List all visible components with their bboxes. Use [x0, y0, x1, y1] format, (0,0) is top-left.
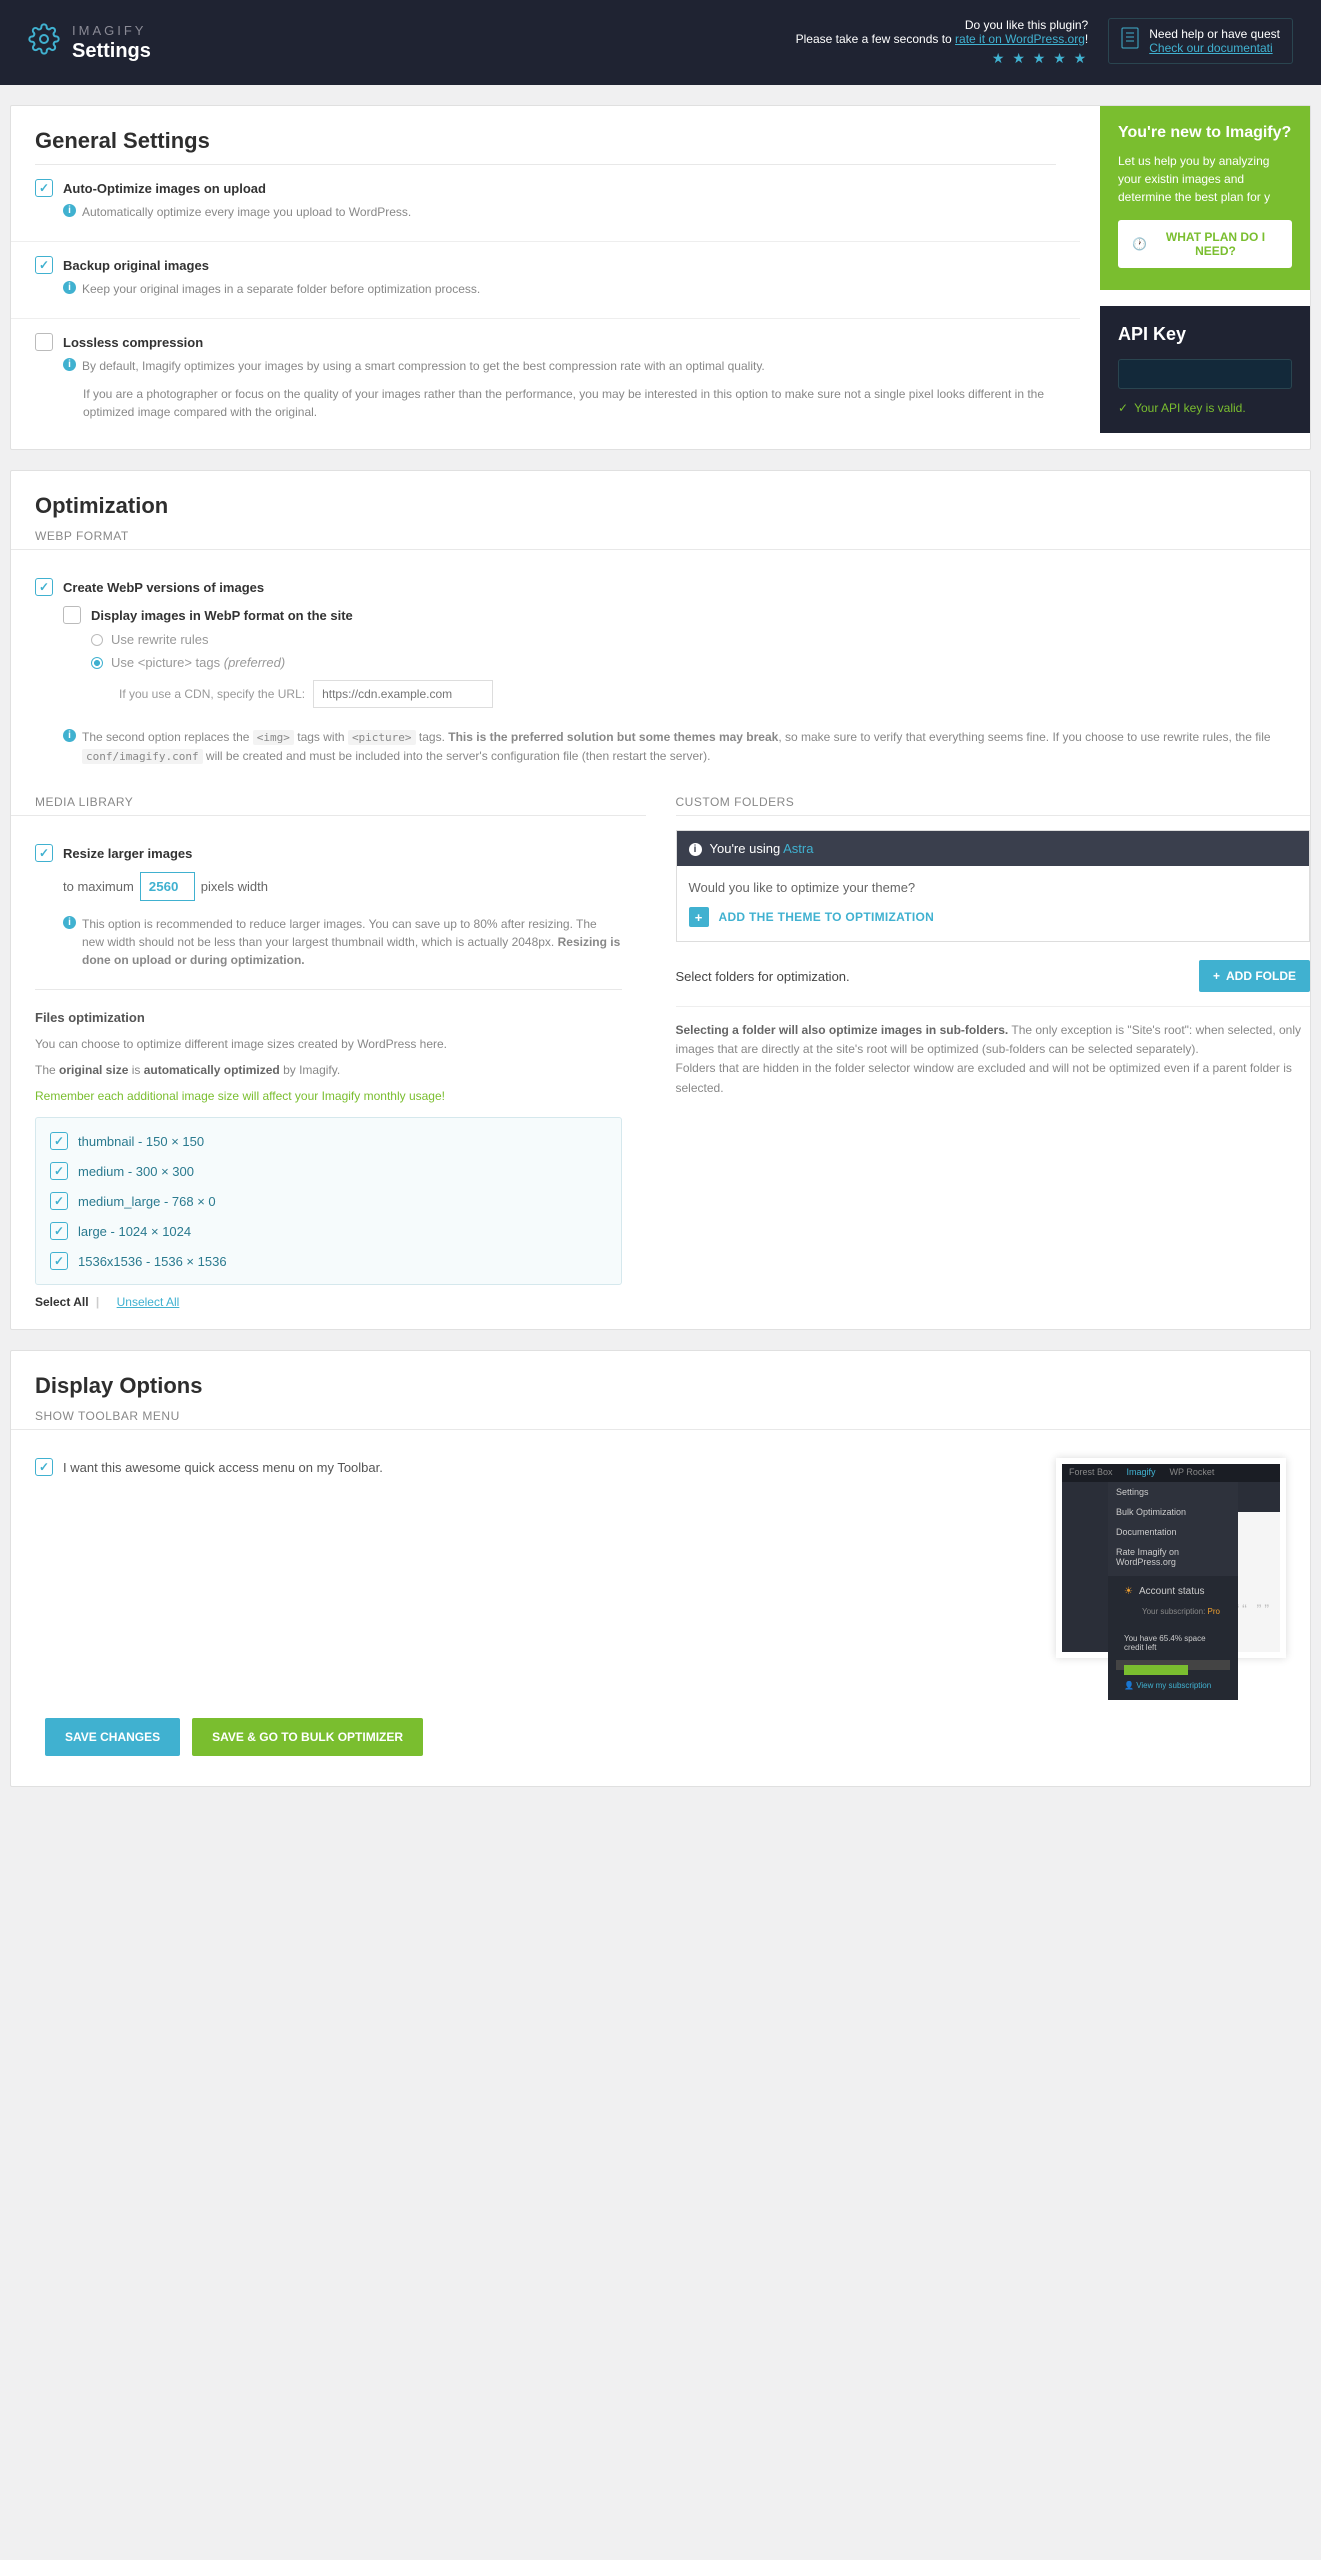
- save-go-button[interactable]: SAVE & GO TO BULK OPTIMIZER: [192, 1718, 423, 1756]
- theme-link[interactable]: Astra: [783, 841, 813, 856]
- picture-radio[interactable]: [91, 657, 103, 669]
- media-section-label: MEDIA LIBRARY: [11, 795, 646, 816]
- stars-icon[interactable]: ★ ★ ★ ★ ★: [796, 50, 1089, 67]
- api-key-card: API Key ✓Your API key is valid.: [1100, 306, 1310, 433]
- optimization-title: Optimization: [11, 471, 1310, 529]
- save-button[interactable]: SAVE CHANGES: [45, 1718, 180, 1756]
- toolbar-label: I want this awesome quick access menu on…: [63, 1460, 383, 1475]
- gear-icon: [28, 23, 60, 55]
- api-key-input[interactable]: [1118, 359, 1292, 389]
- sizes-box: thumbnail - 150 × 150 medium - 300 × 300…: [35, 1117, 622, 1285]
- display-title: Display Options: [11, 1351, 1310, 1409]
- lossless-label: Lossless compression: [63, 335, 203, 350]
- info-icon: i: [63, 204, 76, 217]
- rate-link[interactable]: rate it on WordPress.org: [955, 32, 1085, 46]
- dashboard-icon: 🕐: [1132, 237, 1147, 251]
- general-panel: General Settings Auto-Optimize images on…: [10, 105, 1311, 450]
- resize-label: Resize larger images: [63, 846, 192, 861]
- lossless-checkbox[interactable]: [35, 333, 53, 351]
- add-theme-button[interactable]: + ADD THE THEME TO OPTIMIZATION: [689, 907, 1298, 927]
- select-all-link[interactable]: Select All: [35, 1295, 89, 1309]
- size-checkbox[interactable]: [50, 1192, 68, 1210]
- rate-block: Do you like this plugin? Please take a f…: [796, 18, 1089, 67]
- size-checkbox[interactable]: [50, 1222, 68, 1240]
- user-icon: 👤: [1124, 1681, 1134, 1690]
- unselect-all-link[interactable]: Unselect All: [117, 1295, 180, 1309]
- size-checkbox[interactable]: [50, 1162, 68, 1180]
- toolbar-section-label: SHOW TOOLBAR MENU: [11, 1409, 1310, 1430]
- auto-optimize-label: Auto-Optimize images on upload: [63, 181, 266, 196]
- auto-optimize-checkbox[interactable]: [35, 179, 53, 197]
- check-icon: ✓: [1118, 401, 1128, 415]
- logo-text: IMAGIFY: [72, 23, 151, 38]
- size-checkbox[interactable]: [50, 1132, 68, 1150]
- info-icon: i: [63, 281, 76, 294]
- toolbar-checkbox[interactable]: [35, 1458, 53, 1476]
- rewrite-radio[interactable]: [91, 634, 103, 646]
- cdn-input[interactable]: [313, 680, 493, 708]
- plan-button[interactable]: 🕐WHAT PLAN DO I NEED?: [1118, 220, 1292, 268]
- size-checkbox[interactable]: [50, 1252, 68, 1270]
- new-user-card: You're new to Imagify? Let us help you b…: [1100, 106, 1310, 290]
- info-icon: i: [63, 358, 76, 371]
- add-folder-button[interactable]: +ADD FOLDE: [1199, 960, 1310, 992]
- resize-checkbox[interactable]: [35, 844, 53, 862]
- webp-create-label: Create WebP versions of images: [63, 580, 264, 595]
- display-panel: Display Options SHOW TOOLBAR MENU I want…: [10, 1350, 1311, 1787]
- sun-icon: ☀: [1124, 1586, 1133, 1597]
- custom-section-label: CUSTOM FOLDERS: [676, 795, 1311, 816]
- page-title: Settings: [72, 40, 151, 63]
- page-header: IMAGIFY Settings Do you like this plugin…: [0, 0, 1321, 85]
- theme-bar: i You're using Astra: [677, 831, 1310, 866]
- webp-create-checkbox[interactable]: [35, 578, 53, 596]
- backup-checkbox[interactable]: [35, 256, 53, 274]
- info-icon: i: [689, 843, 702, 856]
- webp-display-label: Display images in WebP format on the sit…: [91, 608, 353, 623]
- webp-section-label: WEBP FORMAT: [11, 529, 1310, 550]
- info-icon: i: [63, 729, 76, 742]
- files-opt-title: Files optimization: [35, 1010, 622, 1025]
- resize-input[interactable]: [140, 872, 195, 901]
- info-icon: i: [63, 916, 76, 929]
- help-block: Need help or have quest Check our docume…: [1108, 18, 1293, 64]
- optimization-panel: Optimization WEBP FORMAT Create WebP ver…: [10, 470, 1311, 1330]
- plus-icon: +: [689, 907, 709, 927]
- plus-icon: +: [1213, 969, 1220, 983]
- toolbar-preview: ““ ”” Forest Box Imagify WP Rocket Setti…: [1056, 1458, 1286, 1658]
- webp-display-checkbox[interactable]: [63, 606, 81, 624]
- document-icon: [1121, 27, 1139, 49]
- docs-link[interactable]: Check our documentati: [1149, 41, 1280, 55]
- general-title: General Settings: [11, 106, 1080, 164]
- backup-label: Backup original images: [63, 258, 209, 273]
